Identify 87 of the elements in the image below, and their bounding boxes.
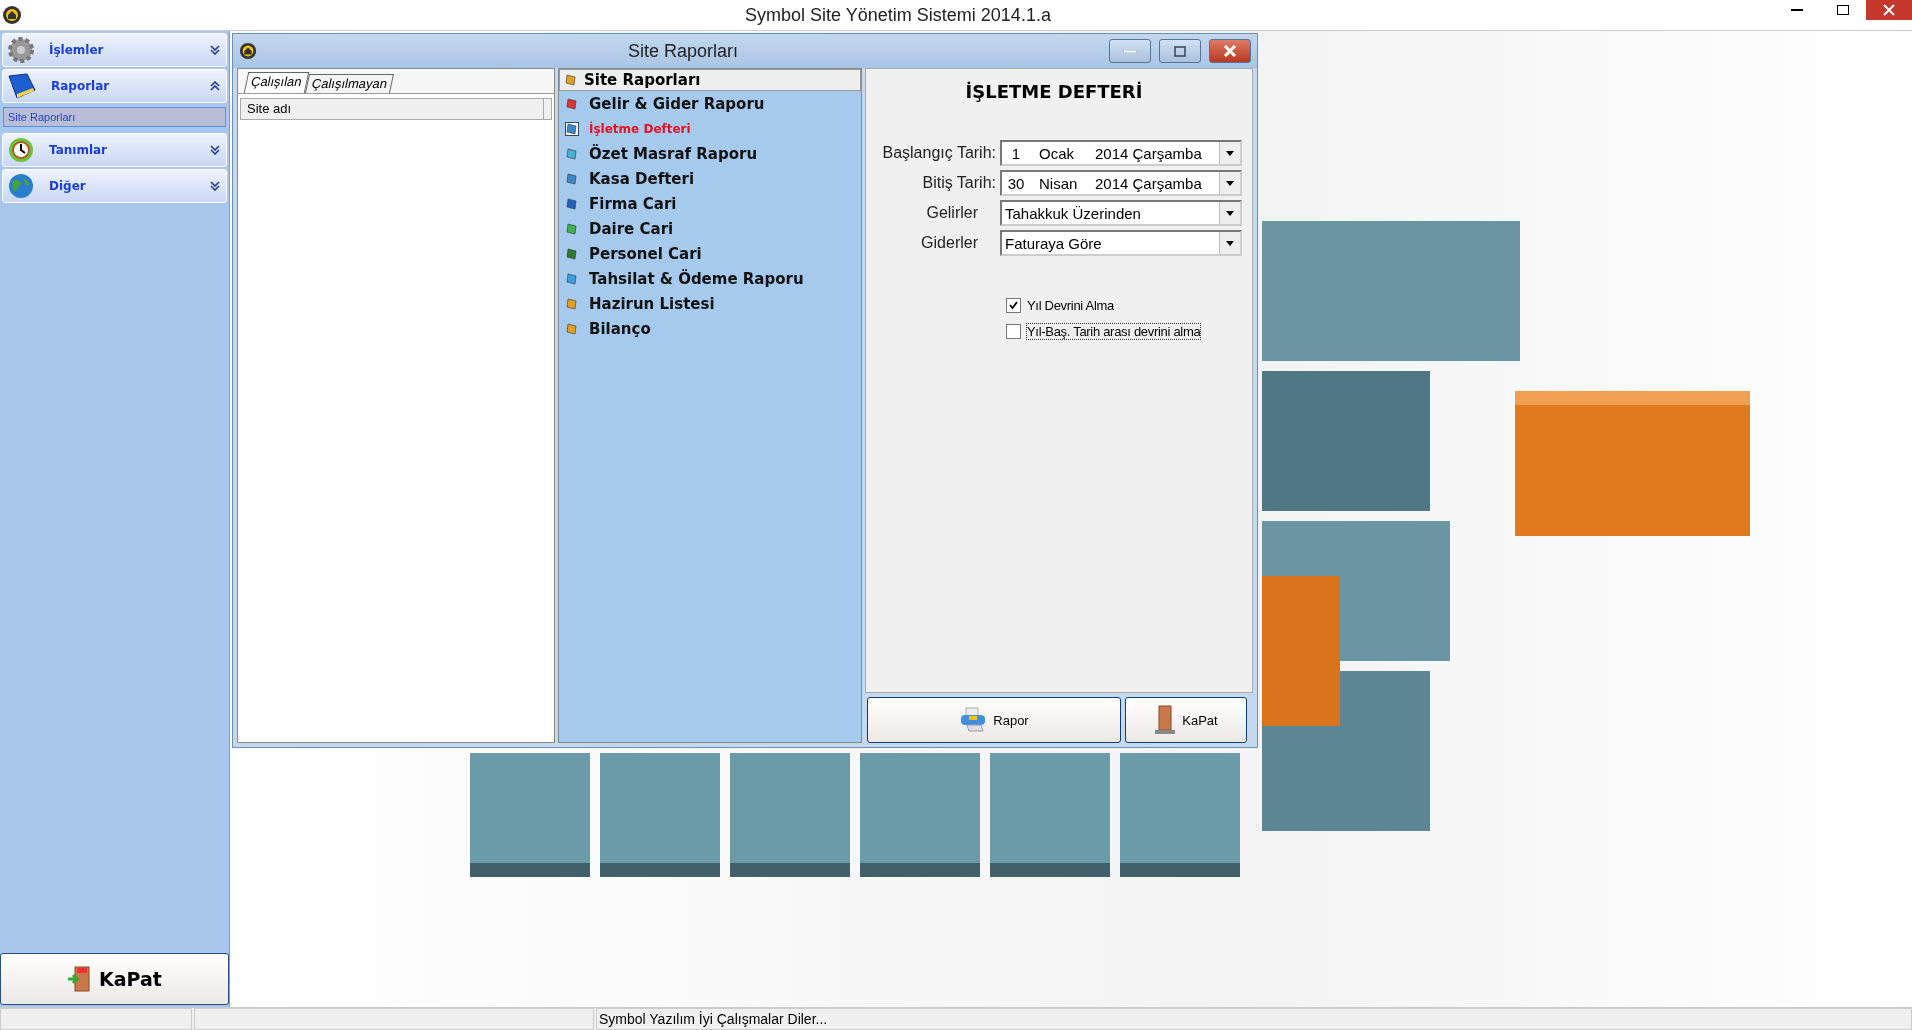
list-header-label: Site Raporları xyxy=(584,71,701,89)
year-value: 2014 Çarşamba xyxy=(1095,144,1202,162)
close-app-button[interactable]: KaPat xyxy=(0,953,229,1005)
report-item[interactable]: Kasa Defteri xyxy=(559,166,861,191)
checkbox[interactable] xyxy=(1006,297,1021,313)
field-label: Giderler xyxy=(920,234,978,252)
month-value: Nisan xyxy=(1039,174,1079,192)
home-icon[interactable] xyxy=(239,42,257,60)
report-icon xyxy=(565,271,579,286)
report-item[interactable]: Gelir & Gider Raporu xyxy=(559,91,861,116)
door-icon xyxy=(1154,705,1177,735)
close-button[interactable] xyxy=(1209,39,1251,63)
report-button[interactable]: Rapor xyxy=(867,697,1121,743)
report-item-label: Bilanço xyxy=(589,319,651,338)
maximize-icon xyxy=(1837,5,1849,15)
field-label: Başlangıç Tarih: xyxy=(881,144,996,162)
maximize-icon xyxy=(1174,45,1186,57)
report-item-label: Gelir & Gider Raporu xyxy=(589,94,765,113)
expand-icon xyxy=(210,181,220,191)
report-item-label: Tahsilat & Ödeme Raporu xyxy=(589,269,804,288)
book-icon xyxy=(7,72,37,100)
app-title: Symbol Site Yönetim Sistemi 2014.1.a xyxy=(744,4,1052,26)
close-icon xyxy=(1223,45,1237,57)
month-value: Ocak xyxy=(1039,144,1075,162)
status-message: Symbol Yazılım İyi Çalışmalar Diler... xyxy=(596,1008,1912,1030)
report-item-label: Daire Cari xyxy=(589,219,674,238)
report-item-label: Hazirun Listesi xyxy=(589,294,715,313)
collapse-icon xyxy=(210,81,220,91)
report-icon xyxy=(565,196,579,211)
sidebar-item[interactable]: Site Raporları xyxy=(3,107,226,127)
home-icon[interactable] xyxy=(2,5,22,25)
field-label: Gelirler xyxy=(925,204,978,222)
dialog-title: Site Raporları xyxy=(626,40,740,62)
date-picker[interactable]: 30 Nisan 2014 Çarşamba xyxy=(1000,170,1242,196)
report-item-label: Firma Cari xyxy=(589,194,677,213)
minimize-icon xyxy=(1791,9,1803,11)
dropdown-arrow-icon xyxy=(1226,180,1234,186)
report-item[interactable]: Personel Cari xyxy=(559,241,861,266)
report-item[interactable]: Özet Masraf Raporu xyxy=(559,141,861,166)
report-icon xyxy=(565,96,579,111)
gear-icon xyxy=(7,36,35,64)
report-icon xyxy=(565,321,579,336)
report-item[interactable]: Firma Cari xyxy=(559,191,861,216)
dropdown-arrow-icon xyxy=(1226,210,1234,216)
field-label: Bitiş Tarih: xyxy=(921,174,996,192)
dropdown-arrow-icon xyxy=(1226,240,1234,246)
minimize-icon xyxy=(1123,49,1137,53)
year-value: 2014 Çarşamba xyxy=(1095,174,1202,192)
close-icon xyxy=(1883,4,1895,16)
printer-icon xyxy=(959,707,988,733)
day-value: 30 xyxy=(1006,174,1026,192)
dropdown[interactable]: Faturaya Göre xyxy=(1000,230,1242,256)
close-button[interactable] xyxy=(1866,0,1912,20)
report-item-label: Personel Cari xyxy=(589,244,702,263)
report-icon xyxy=(564,73,578,87)
report-item-label: Özet Masraf Raporu xyxy=(589,144,758,163)
report-icon xyxy=(565,171,579,186)
report-icon xyxy=(565,221,579,236)
checkbox-label: Yıl-Baş. Tarih arası devrini alma xyxy=(1027,323,1201,339)
expand-icon xyxy=(210,145,220,155)
report-item[interactable]: Bilanço xyxy=(559,316,861,341)
report-item-label: Kasa Defteri xyxy=(589,169,695,188)
close-dialog-button[interactable]: KaPat xyxy=(1125,697,1247,743)
globe-icon xyxy=(7,172,35,200)
form-title: İŞLETME DEFTERİ xyxy=(964,81,1144,102)
report-item[interactable]: Hazirun Listesi xyxy=(559,291,861,316)
checkbox-label: Yıl Devrini Alma xyxy=(1027,297,1114,313)
day-value: 1 xyxy=(1010,144,1022,162)
report-icon xyxy=(565,296,579,311)
dropdown[interactable]: Tahakkuk Üzerinden xyxy=(1000,200,1242,226)
expand-icon xyxy=(210,45,220,55)
report-icon xyxy=(565,146,579,161)
date-picker[interactable]: 1 Ocak 2014 Çarşamba xyxy=(1000,140,1242,166)
sidebar-group-header[interactable]: Diğer xyxy=(2,169,227,203)
report-item[interactable]: Tahsilat & Ödeme Raporu xyxy=(559,266,861,291)
sidebar-group-header[interactable]: Raporlar xyxy=(2,69,227,103)
tab[interactable]: Çalışılmayan xyxy=(304,74,394,93)
report-item-label: İşletme Defteri xyxy=(589,121,691,136)
sidebar-group-header[interactable]: Tanımlar xyxy=(2,133,227,167)
report-item[interactable]: Daire Cari xyxy=(559,216,861,241)
report-icon xyxy=(565,121,579,136)
checkbox[interactable] xyxy=(1006,323,1021,339)
dropdown-arrow-icon xyxy=(1226,150,1234,156)
clock-icon xyxy=(7,136,35,164)
sidebar-group-header[interactable]: İşlemler xyxy=(2,33,227,67)
tab[interactable]: Çalışılan xyxy=(243,72,309,93)
report-icon xyxy=(565,246,579,261)
